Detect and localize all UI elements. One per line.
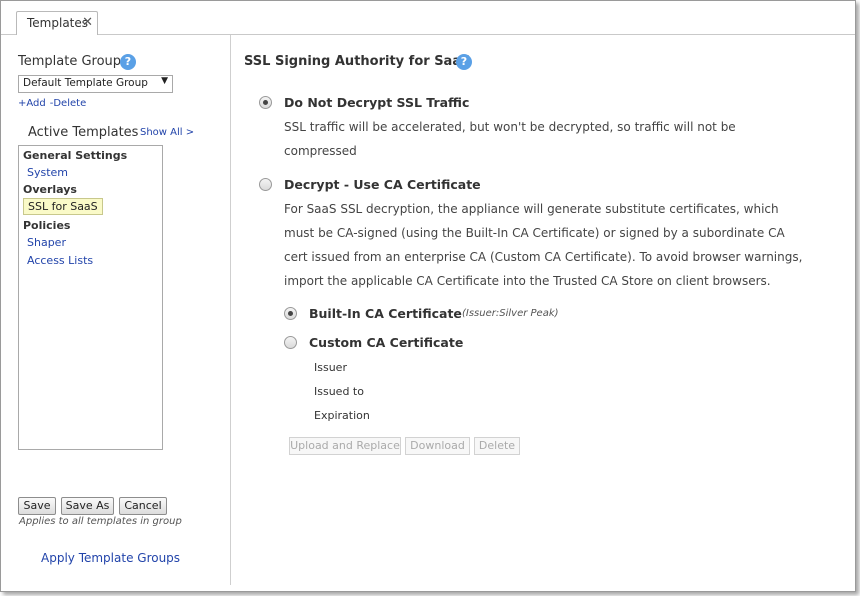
tree-item-system[interactable]: System [27, 166, 68, 179]
save-as-button[interactable]: Save As [61, 497, 114, 515]
help-icon[interactable]: ? [120, 54, 136, 70]
apply-template-groups-link[interactable]: Apply Template Groups [41, 551, 180, 565]
tree-item-ssl-for-saas[interactable]: SSL for SaaS [23, 198, 103, 215]
templates-window: Templates ✕ Template Group ? Default Tem… [0, 0, 856, 592]
tab-bar: Templates ✕ [1, 1, 855, 36]
close-icon[interactable]: ✕ [82, 15, 93, 30]
option-decrypt-ca-desc-1: For SaaS SSL decryption, the appliance w… [284, 202, 779, 216]
custom-ca-expiration-label: Expiration [314, 409, 370, 422]
custom-ca-label: Custom CA Certificate [309, 335, 464, 350]
main-panel: SSL Signing Authority for SaaS ? Do Not … [232, 35, 856, 585]
option-do-not-decrypt-desc-2: compressed [284, 144, 357, 158]
download-button[interactable]: Download [405, 437, 470, 455]
option-do-not-decrypt-desc-1: SSL traffic will be accelerated, but won… [284, 120, 736, 134]
group-links: +Add -Delete [18, 98, 90, 109]
built-in-ca-issuer-note: (Issuer:Silver Peak) [462, 308, 559, 319]
add-group-link[interactable]: +Add [18, 98, 46, 109]
template-group-label: Template Group [18, 54, 122, 69]
option-decrypt-ca-desc-3: cert issued from an enterprise CA (Custo… [284, 250, 803, 264]
built-in-ca-label: Built-In CA Certificate [309, 306, 462, 321]
active-templates-label: Active Templates [28, 125, 139, 140]
tree-section-overlays: Overlays [23, 183, 77, 196]
template-group-select-value: Default Template Group [23, 77, 148, 89]
tree-item-shaper[interactable]: Shaper [27, 236, 66, 249]
dropdown-arrow-icon: ▼ [161, 76, 168, 86]
page-title: SSL Signing Authority for SaaS [244, 54, 471, 69]
upload-and-replace-button[interactable]: Upload and Replace [289, 437, 401, 455]
custom-ca-issued-to-label: Issued to [314, 385, 364, 398]
radio-built-in-ca[interactable] [284, 307, 297, 320]
option-decrypt-ca-label: Decrypt - Use CA Certificate [284, 177, 481, 192]
cancel-button[interactable]: Cancel [119, 497, 167, 515]
radio-decrypt-ca[interactable] [259, 178, 272, 191]
save-button[interactable]: Save [18, 497, 56, 515]
tree-section-general-settings: General Settings [23, 149, 128, 162]
show-all-link[interactable]: Show All > [140, 127, 194, 138]
delete-button[interactable]: Delete [474, 437, 520, 455]
option-do-not-decrypt-label: Do Not Decrypt SSL Traffic [284, 95, 470, 110]
option-decrypt-ca-desc-4: import the applicable CA Certificate int… [284, 274, 771, 288]
radio-do-not-decrypt[interactable] [259, 96, 272, 109]
help-icon[interactable]: ? [456, 54, 472, 70]
custom-ca-issuer-label: Issuer [314, 361, 347, 374]
radio-custom-ca[interactable] [284, 336, 297, 349]
template-group-select[interactable]: Default Template Group ▼ [18, 75, 173, 93]
tree-item-access-lists[interactable]: Access Lists [27, 254, 93, 267]
tab-templates[interactable]: Templates ✕ [16, 11, 98, 36]
applies-note: Applies to all templates in group [19, 516, 182, 527]
tree-section-policies: Policies [23, 219, 71, 232]
tab-templates-label: Templates [27, 16, 89, 30]
delete-group-link[interactable]: -Delete [50, 98, 86, 109]
template-tree: General Settings System Overlays SSL for… [18, 145, 163, 450]
sidebar: Template Group ? Default Template Group … [1, 35, 231, 585]
option-decrypt-ca-desc-2: must be CA-signed (using the Built-In CA… [284, 226, 785, 240]
